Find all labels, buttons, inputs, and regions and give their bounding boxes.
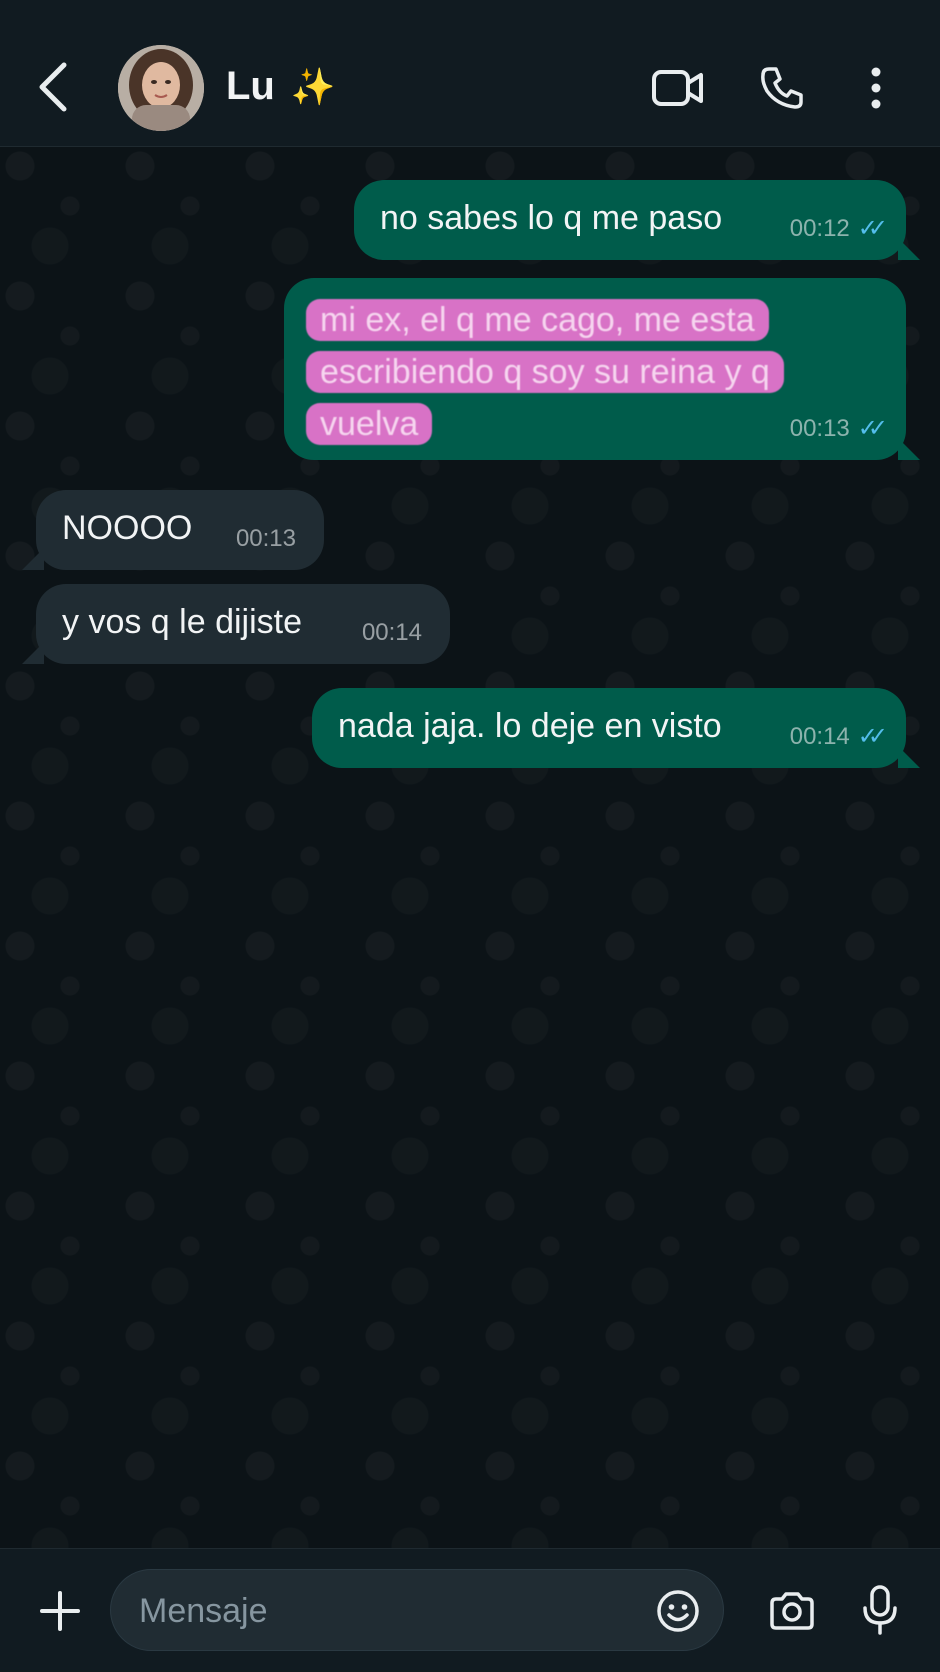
read-ticks-icon: ✓✓ [857, 722, 888, 750]
message-text: NOOOO [62, 509, 193, 547]
message-text: y vos q le dijiste [62, 603, 302, 641]
message-incoming[interactable]: y vos q le dijiste 00:14 [22, 584, 450, 664]
message-text: mi ex, el q me cago, me esta escribiendo… [306, 299, 784, 445]
phone-icon [761, 67, 803, 109]
back-button[interactable] [28, 52, 78, 122]
bubble-tail [22, 642, 44, 664]
message-outgoing[interactable]: mi ex, el q me cago, me esta escribiendo… [284, 278, 920, 460]
microphone-button[interactable] [848, 1575, 912, 1645]
composer-bar [0, 1548, 940, 1672]
microphone-icon [863, 1585, 897, 1635]
plus-icon [40, 1591, 80, 1631]
bubble-tail [898, 238, 920, 260]
message-time: 00:14 [789, 722, 850, 750]
message-meta: 00:12 ✓✓ [789, 213, 888, 244]
message-time: 00:14 [361, 618, 422, 646]
message-outgoing[interactable]: nada jaja. lo deje en visto 00:14 ✓✓ [312, 688, 920, 768]
message-incoming[interactable]: NOOOO 00:13 [22, 490, 324, 570]
emoji-button[interactable] [651, 1584, 705, 1638]
read-ticks-icon: ✓✓ [857, 414, 888, 442]
chevron-left-icon [39, 62, 67, 112]
message-time: 00:13 [235, 524, 296, 552]
contact-name[interactable]: Lu ✨ [226, 64, 336, 109]
message-meta: 00:14 [362, 617, 422, 648]
camera-button[interactable] [760, 1579, 824, 1643]
message-text: nada jaja. lo deje en visto [338, 707, 722, 745]
chat-header: Lu ✨ [0, 0, 940, 147]
message-time: 00:13 [789, 414, 850, 442]
chat-screen: Lu ✨ no sabes lo q me paso 00:12 ✓✓ mi e… [0, 0, 940, 1672]
contact-avatar[interactable] [118, 45, 204, 131]
attach-button[interactable] [28, 1579, 92, 1643]
bubble-tail [898, 746, 920, 768]
message-time: 00:12 [789, 214, 850, 242]
camera-icon [770, 1592, 814, 1630]
sparkles-emoji: ✨ [290, 65, 336, 107]
message-text: no sabes lo q me paso [380, 199, 723, 237]
more-vertical-icon [871, 67, 881, 109]
more-options-button[interactable] [851, 58, 901, 118]
video-call-icon [652, 70, 703, 106]
message-input-wrapper [110, 1569, 724, 1652]
contact-name-text: Lu [226, 64, 275, 108]
avatar-photo [118, 45, 204, 131]
message-input[interactable] [137, 1570, 621, 1652]
message-meta: 00:13 [236, 523, 296, 554]
message-meta: 00:13 ✓✓ [789, 413, 888, 444]
message-meta: 00:14 ✓✓ [789, 721, 888, 752]
message-text-wrap: mi ex, el q me cago, me esta escribiendo… [306, 294, 866, 450]
bubble-tail [898, 438, 920, 460]
video-call-button[interactable] [643, 58, 713, 118]
emoji-icon [657, 1590, 699, 1632]
message-outgoing[interactable]: no sabes lo q me paso 00:12 ✓✓ [354, 180, 920, 260]
voice-call-button[interactable] [747, 58, 817, 118]
read-ticks-icon: ✓✓ [857, 214, 888, 242]
bubble-tail [22, 548, 44, 570]
